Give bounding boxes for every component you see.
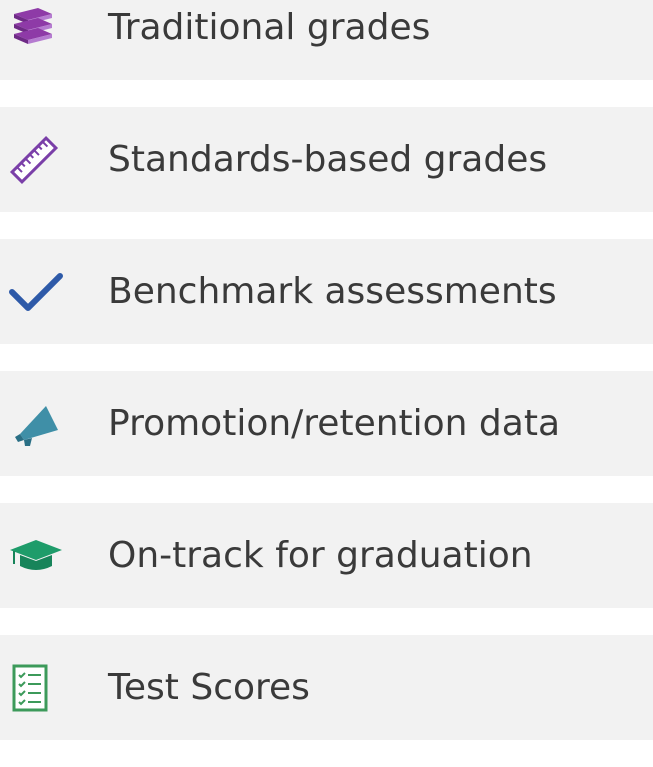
list-item-standards-based-grades: Standards-based grades [0, 107, 653, 212]
list-item-test-scores: Test Scores [0, 635, 653, 740]
item-label: Standards-based grades [108, 138, 548, 180]
item-label: On-track for graduation [108, 534, 533, 576]
list-item-on-track-for-graduation: On-track for graduation [0, 503, 653, 608]
item-label: Benchmark assessments [108, 270, 557, 312]
item-label: Test Scores [108, 666, 310, 708]
item-label: Traditional grades [108, 6, 431, 48]
ruler-icon [8, 130, 68, 190]
indicator-list: Traditional grades Standards-based grade… [0, 0, 653, 767]
megaphone-icon [8, 394, 68, 454]
list-item-promotion-retention-data: Promotion/retention data [0, 371, 653, 476]
checklist-icon [8, 658, 68, 718]
list-item-traditional-grades: Traditional grades [0, 0, 653, 80]
graduation-cap-icon [8, 526, 68, 586]
list-item-benchmark-assessments: Benchmark assessments [0, 239, 653, 344]
checkmark-icon [8, 262, 68, 322]
book-stack-icon [8, 0, 68, 58]
item-label: Promotion/retention data [108, 402, 561, 444]
